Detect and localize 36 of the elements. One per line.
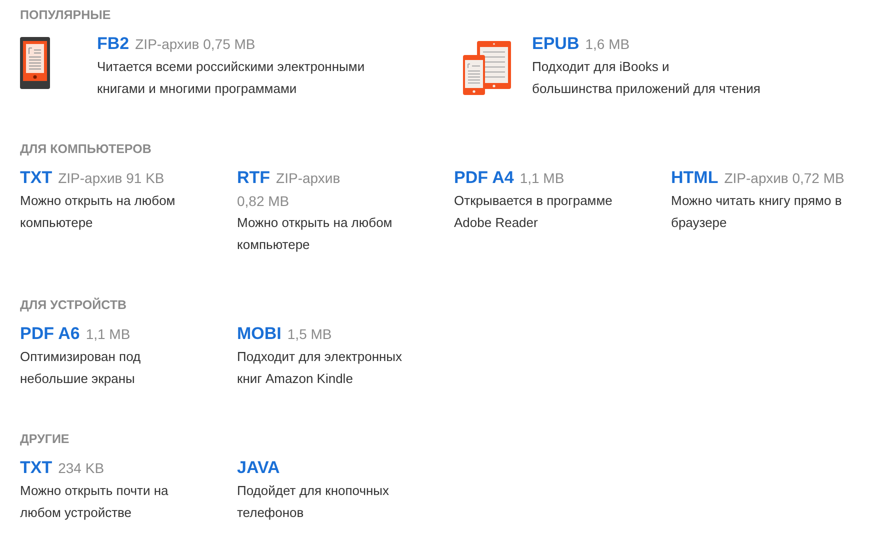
ebook-reader-icon	[20, 37, 50, 89]
format-link[interactable]: JAVA	[237, 458, 280, 477]
file-size: ZIP-архив 91 KB	[58, 170, 164, 186]
file-size: ZIP-архив 0,75 MB	[135, 36, 256, 52]
format-description: Оптимизирован под небольшие экраны	[20, 348, 141, 388]
file-size: 0,82 MB	[237, 192, 290, 211]
file-size: ZIP-архив	[276, 170, 340, 186]
format-description: Открывается в программе Adobe Reader	[454, 192, 612, 232]
format-description: Подходит для iBooks и большинства приложений для чтения	[532, 58, 760, 98]
section-heading: ПОПУЛЯРНЫЕ	[20, 7, 112, 24]
format-link[interactable]: FB2	[97, 34, 130, 53]
format-link[interactable]: TXT	[20, 168, 52, 187]
format-link[interactable]: PDF A4	[454, 168, 514, 187]
format-link[interactable]: MOBI	[237, 324, 282, 343]
format-link[interactable]: RTF	[237, 168, 270, 187]
format-description: Подойдет для кнопочных телефонов	[237, 482, 390, 522]
format-description: Подходит для электронных книг Amazon Kindle	[237, 348, 402, 388]
tablet-and-phone-icon	[463, 41, 511, 95]
format-description: Можно открыть почти на любом устройстве	[20, 482, 168, 522]
section-heading: ДРУГИЕ	[20, 431, 70, 448]
format-description: Читается всеми российскими электронными книгами и многими программами	[97, 58, 365, 98]
format-description: Можно открыть на любом компьютере	[20, 192, 176, 232]
format-description: Можно читать книгу прямо в браузере	[671, 192, 843, 232]
file-size: 1,1 MB	[520, 170, 564, 186]
file-size: ZIP-архив 0,72 MB	[724, 170, 844, 186]
format-link[interactable]: TXT	[20, 458, 52, 477]
format-link[interactable]: EPUB	[532, 34, 580, 53]
format-link[interactable]: PDF A6	[20, 324, 80, 343]
format-description: Можно открыть на любом компьютере	[237, 214, 392, 254]
file-size: 1,6 MB	[585, 36, 630, 52]
section-heading: ДЛЯ УСТРОЙСТВ	[20, 296, 128, 314]
format-link[interactable]: HTML	[671, 168, 718, 187]
file-size: 1,1 MB	[86, 326, 130, 342]
file-size: 1,5 MB	[287, 326, 332, 342]
file-size: 234 KB	[58, 460, 104, 476]
section-heading: ДЛЯ КОМПЬЮТЕРОВ	[20, 141, 152, 158]
